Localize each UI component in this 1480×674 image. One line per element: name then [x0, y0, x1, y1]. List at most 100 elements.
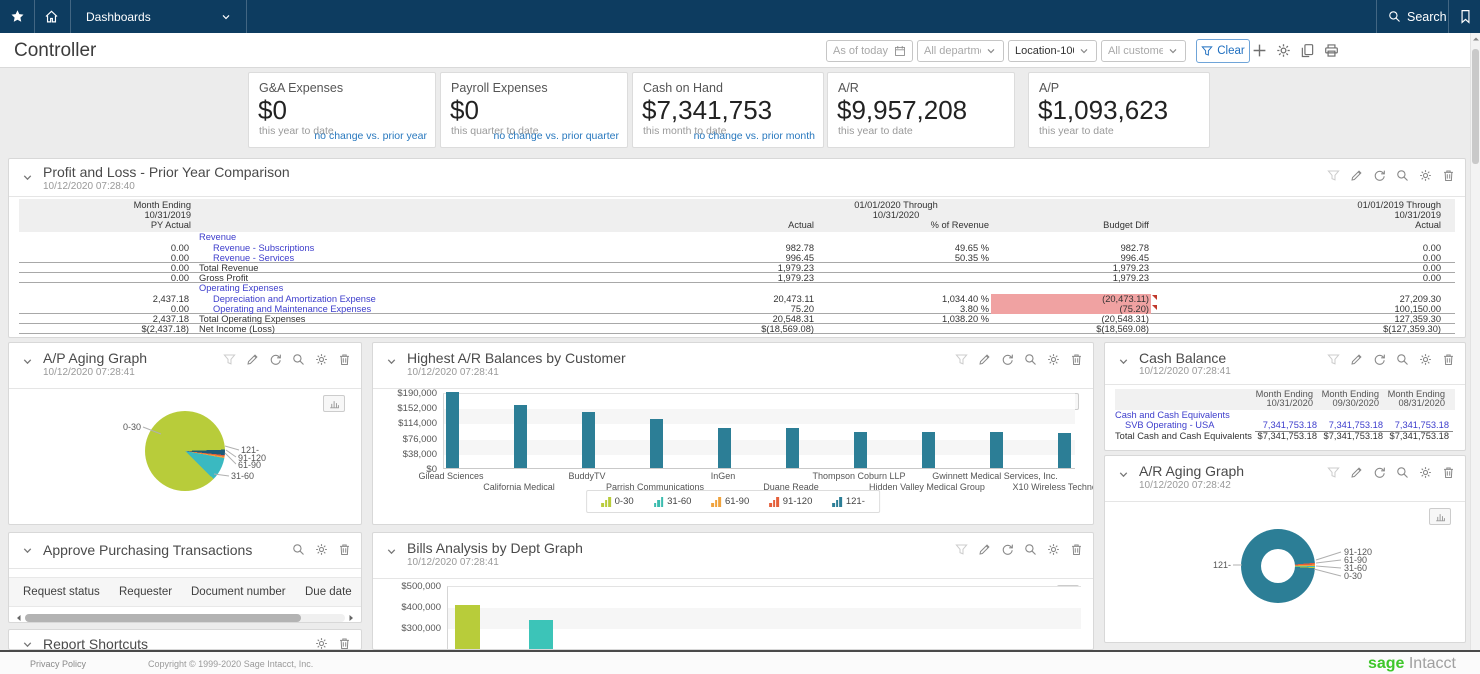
edit-icon[interactable] — [1350, 169, 1363, 182]
settings-icon[interactable] — [315, 543, 328, 556]
filter-icon[interactable] — [1327, 353, 1340, 366]
edit-icon[interactable] — [978, 543, 991, 556]
collapse-chevron-icon[interactable] — [21, 638, 34, 650]
filter-icon[interactable] — [1327, 169, 1340, 182]
legend-item-61-90[interactable]: 61-90 — [711, 496, 749, 507]
refresh-icon[interactable] — [1001, 543, 1014, 556]
pl-account-label[interactable]: Operating Expenses — [191, 283, 641, 293]
edit-icon[interactable] — [978, 353, 991, 366]
legend-item-91-120[interactable]: 91-120 — [769, 496, 812, 507]
bar-Thompson Coburn LLP[interactable] — [854, 432, 867, 468]
pl-account-label[interactable]: Revenue — [191, 232, 641, 242]
home-icon[interactable] — [44, 9, 59, 24]
bar-Hidden Valley Medical Group[interactable] — [922, 432, 935, 468]
date-filter-input[interactable] — [833, 45, 890, 57]
pl-account-label[interactable]: Operating and Maintenance Expenses — [191, 304, 641, 314]
delete-icon[interactable] — [1442, 169, 1455, 182]
scroll-left-icon[interactable] — [15, 614, 23, 622]
vertical-scrollbar[interactable] — [1470, 33, 1480, 650]
settings-icon[interactable] — [1047, 353, 1060, 366]
dashboards-menu[interactable]: Dashboards — [70, 0, 246, 33]
clear-filters-button[interactable]: Clear — [1196, 39, 1250, 63]
chart-type-button[interactable] — [323, 395, 345, 412]
customers-filter[interactable]: All customers — [1101, 40, 1186, 62]
scrollbar-thumb[interactable] — [25, 614, 301, 622]
bar-InGen[interactable] — [718, 428, 731, 468]
departments-filter[interactable]: All departments — [917, 40, 1004, 62]
privacy-policy-link[interactable]: Privacy Policy — [30, 659, 86, 669]
pl-account-label[interactable]: Revenue - Services — [191, 253, 641, 263]
date-filter[interactable] — [826, 40, 913, 62]
edit-icon[interactable] — [246, 353, 259, 366]
scroll-up-icon[interactable] — [1472, 35, 1480, 45]
zoom-icon[interactable] — [292, 353, 305, 366]
horizontal-scrollbar[interactable] — [15, 613, 355, 623]
cash-account-label[interactable]: Cash and Cash Equivalents — [1115, 410, 1255, 421]
zoom-icon[interactable] — [292, 543, 305, 556]
collapse-chevron-icon[interactable] — [1117, 468, 1130, 481]
legend-item-31-60[interactable]: 31-60 — [654, 496, 692, 507]
settings-icon[interactable] — [1419, 466, 1432, 479]
bar-Gilead Sciences[interactable] — [446, 392, 459, 468]
zoom-icon[interactable] — [1024, 543, 1037, 556]
delete-icon[interactable] — [338, 543, 351, 556]
add-widget-icon[interactable] — [1252, 43, 1267, 58]
delete-icon[interactable] — [338, 353, 351, 366]
zoom-icon[interactable] — [1396, 466, 1409, 479]
edit-icon[interactable] — [1350, 353, 1363, 366]
dashboard-settings-icon[interactable] — [1276, 43, 1291, 58]
search-button[interactable]: Search — [1388, 0, 1447, 33]
refresh-icon[interactable] — [1373, 353, 1386, 366]
delete-icon[interactable] — [1070, 543, 1083, 556]
pl-account-label[interactable]: Depreciation and Amortization Expense — [191, 294, 641, 304]
favorites-star-icon[interactable] — [10, 9, 25, 24]
filter-icon[interactable] — [955, 543, 968, 556]
legend-item-0-30[interactable]: 0-30 — [601, 496, 634, 507]
delete-icon[interactable] — [338, 637, 351, 650]
collapse-chevron-icon[interactable] — [21, 355, 34, 368]
bar-Duane Reade[interactable] — [786, 428, 799, 468]
settings-icon[interactable] — [315, 353, 328, 366]
collapse-chevron-icon[interactable] — [385, 545, 398, 558]
zoom-icon[interactable] — [1396, 169, 1409, 182]
bar-dept-1[interactable] — [455, 605, 480, 650]
collapse-chevron-icon[interactable] — [385, 355, 398, 368]
filter-icon[interactable] — [955, 353, 968, 366]
refresh-icon[interactable] — [1373, 169, 1386, 182]
delete-icon[interactable] — [1442, 466, 1455, 479]
delete-icon[interactable] — [1070, 353, 1083, 366]
settings-icon[interactable] — [1047, 543, 1060, 556]
refresh-icon[interactable] — [269, 353, 282, 366]
filter-icon[interactable] — [1327, 466, 1340, 479]
bar-dept-2[interactable] — [529, 620, 553, 650]
collapse-chevron-icon[interactable] — [21, 171, 34, 184]
scroll-right-icon[interactable] — [347, 614, 355, 622]
bar-California Medical[interactable] — [514, 405, 527, 468]
refresh-icon[interactable] — [1001, 353, 1014, 366]
ap-aging-pie-chart[interactable] — [145, 411, 225, 491]
delete-icon[interactable] — [1442, 353, 1455, 366]
bar-BuddyTV[interactable] — [582, 412, 595, 468]
collapse-chevron-icon[interactable] — [1117, 355, 1130, 368]
settings-icon[interactable] — [1419, 169, 1432, 182]
bookmark-icon[interactable] — [1458, 9, 1473, 24]
edit-icon[interactable] — [1350, 466, 1363, 479]
print-icon[interactable] — [1324, 43, 1339, 58]
scrollbar-thumb[interactable] — [1472, 49, 1479, 164]
duplicate-icon[interactable] — [1300, 43, 1315, 58]
bar-Gwinnett Medical Services, Inc.[interactable] — [990, 432, 1003, 468]
zoom-icon[interactable] — [1024, 353, 1037, 366]
location-filter[interactable]: Location-100--USA-- — [1008, 40, 1097, 62]
ar-aging-donut-chart[interactable] — [1241, 529, 1315, 603]
refresh-icon[interactable] — [1373, 466, 1386, 479]
calendar-icon[interactable] — [894, 45, 906, 57]
filter-icon[interactable] — [223, 353, 236, 366]
collapse-chevron-icon[interactable] — [21, 544, 34, 557]
bar-X10 Wireless Technology[interactable] — [1058, 433, 1071, 468]
pl-account-label[interactable]: Revenue - Subscriptions — [191, 243, 641, 253]
settings-icon[interactable] — [315, 637, 328, 650]
settings-icon[interactable] — [1419, 353, 1432, 366]
bar-Parrish Communications[interactable] — [650, 419, 663, 468]
legend-item-121-[interactable]: 121- — [832, 496, 865, 507]
zoom-icon[interactable] — [1396, 353, 1409, 366]
